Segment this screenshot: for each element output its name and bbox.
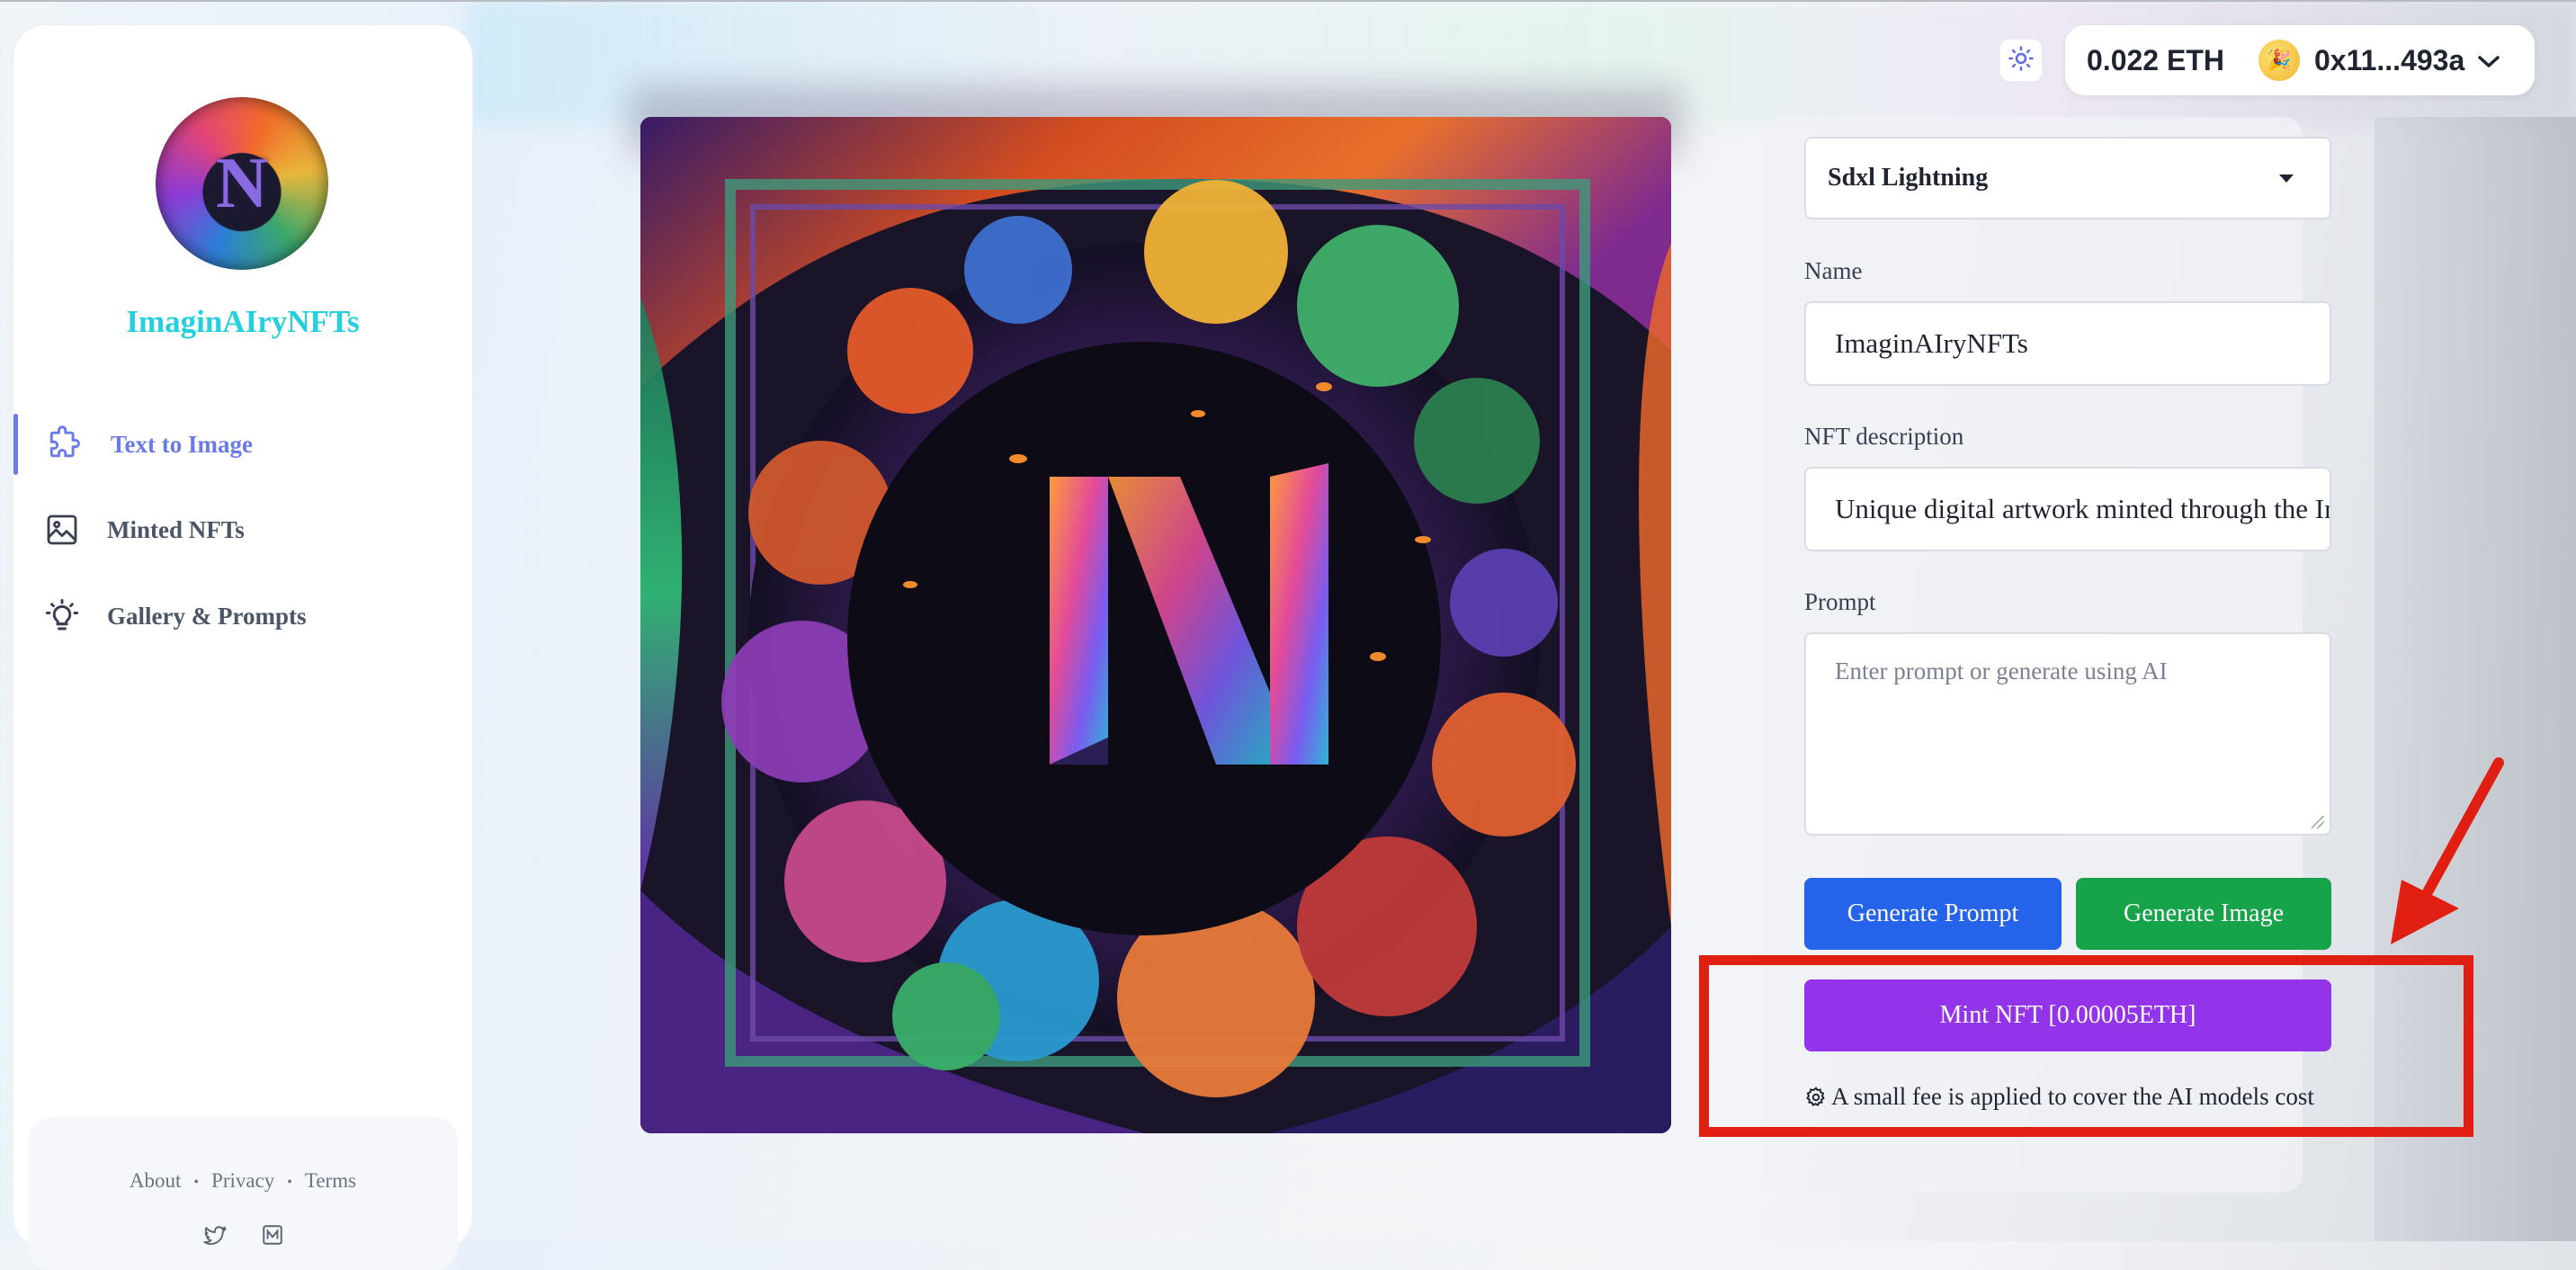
social-icons bbox=[28, 1223, 458, 1253]
model-select[interactable]: Sdxl Lightning bbox=[1804, 137, 2331, 219]
sidebar-item-text-to-image[interactable]: Text to Image bbox=[13, 410, 472, 478]
separator: • bbox=[193, 1174, 200, 1190]
avatar: 🎉 bbox=[2258, 40, 2300, 81]
eth-balance: 0.022 ETH bbox=[2087, 43, 2224, 76]
annotation-arrow-icon bbox=[2375, 756, 2518, 958]
generated-image bbox=[640, 117, 1671, 1133]
wallet-button[interactable]: 0.022 ETH 🎉 0x11...493a bbox=[2065, 25, 2535, 95]
name-field[interactable]: ImaginAIryNFTs bbox=[1804, 301, 2331, 386]
generate-image-button[interactable]: Generate Image bbox=[2076, 878, 2331, 950]
sidebar: N ImaginAIryNFTs Text to Image Minted NF… bbox=[13, 25, 472, 1270]
lightbulb-icon bbox=[42, 596, 82, 636]
footer-links: About • Privacy • Terms bbox=[28, 1169, 458, 1193]
terms-link[interactable]: Terms bbox=[305, 1169, 356, 1192]
brand-name: ImaginAIryNFTs bbox=[126, 304, 360, 339]
prompt-placeholder: Enter prompt or generate using AI bbox=[1835, 657, 2168, 684]
sidebar-item-minted-nfts[interactable]: Minted NFTs bbox=[13, 496, 472, 564]
about-link[interactable]: About bbox=[130, 1169, 182, 1192]
window-top-border bbox=[0, 0, 2576, 2]
sidebar-item-label: Minted NFTs bbox=[107, 515, 245, 543]
description-field[interactable]: Unique digital artwork minted through th… bbox=[1804, 467, 2331, 551]
chevron-down-icon bbox=[2477, 44, 2500, 77]
logo-letter: N bbox=[216, 143, 268, 223]
sidebar-footer: About • Privacy • Terms bbox=[28, 1117, 458, 1270]
caret-down-icon bbox=[2279, 174, 2294, 183]
sun-icon bbox=[2008, 45, 2035, 76]
name-label: Name bbox=[1804, 257, 1863, 284]
description-label: NFT description bbox=[1804, 423, 1964, 450]
twitter-icon[interactable] bbox=[201, 1223, 228, 1253]
generate-prompt-button[interactable]: Generate Prompt bbox=[1804, 878, 2062, 950]
prompt-label: Prompt bbox=[1804, 588, 1876, 615]
medium-icon[interactable] bbox=[261, 1223, 284, 1253]
sidebar-item-gallery-prompts[interactable]: Gallery & Prompts bbox=[13, 582, 472, 650]
sidebar-item-label: Text to Image bbox=[111, 430, 253, 458]
model-select-value: Sdxl Lightning bbox=[1828, 164, 1989, 192]
sidebar-item-label: Gallery & Prompts bbox=[107, 602, 307, 630]
annotation-highlight-box bbox=[1699, 955, 2473, 1137]
separator: • bbox=[287, 1174, 292, 1190]
avatar-glyph: 🎉 bbox=[2267, 49, 2292, 71]
wallet-address: 0x11...493a bbox=[2313, 43, 2465, 76]
prompt-textarea[interactable]: Enter prompt or generate using AI bbox=[1804, 632, 2331, 836]
puzzle-icon bbox=[44, 425, 84, 464]
theme-toggle-button[interactable] bbox=[2000, 40, 2042, 81]
image-icon bbox=[42, 510, 82, 550]
privacy-link[interactable]: Privacy bbox=[211, 1169, 274, 1192]
brand-logo[interactable]: N bbox=[156, 97, 328, 270]
resize-handle[interactable] bbox=[2312, 816, 2324, 828]
